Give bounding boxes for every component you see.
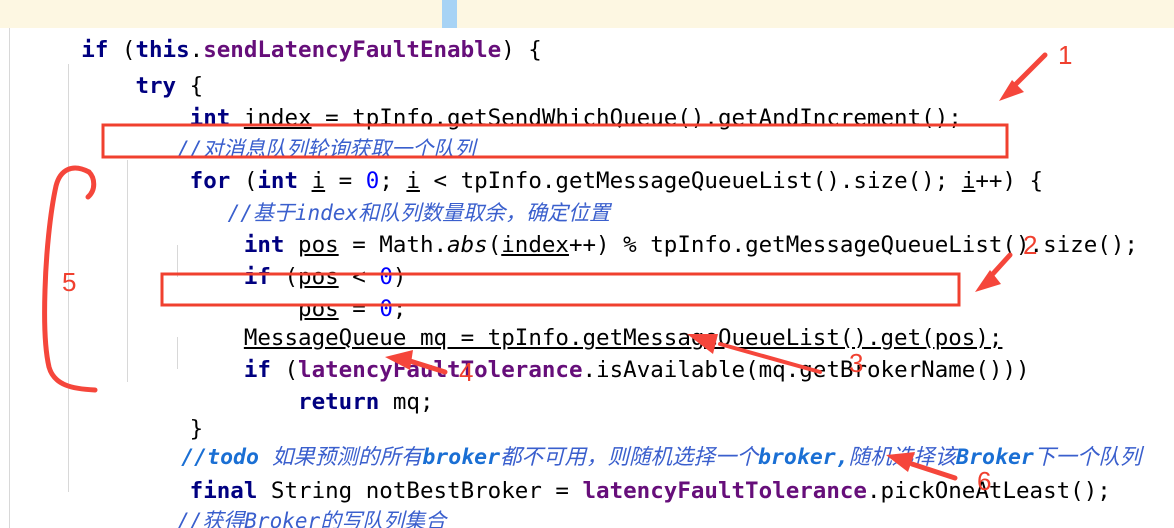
code-line-comment-todo[interactable]: //todo 如果预测的所有broker都不可用，则随机选择一个broker,随… — [0, 403, 1174, 470]
code-line-if-sendlatencyfaultenable[interactable]: if (this.sendLatencyFaultEnable) { — [0, 0, 1174, 63]
code-area[interactable]: if (this.sendLatencyFaultEnable) { try {… — [0, 0, 1174, 528]
annotation-number-4: 4 — [459, 357, 474, 387]
code-line-int-writequeuenums[interactable]: int writeQueueNums = tpInfo.getQueueIdBy… — [0, 497, 1174, 528]
code-editor-screenshot: if (this.sendLatencyFaultEnable) { try {… — [0, 0, 1174, 528]
annotation-number-2: 2 — [1023, 230, 1038, 260]
annotation-number-1: 1 — [1058, 40, 1073, 70]
annotation-number-3: 3 — [849, 348, 864, 378]
annotation-number-6: 6 — [977, 466, 992, 496]
annotation-number-5: 5 — [62, 267, 77, 297]
